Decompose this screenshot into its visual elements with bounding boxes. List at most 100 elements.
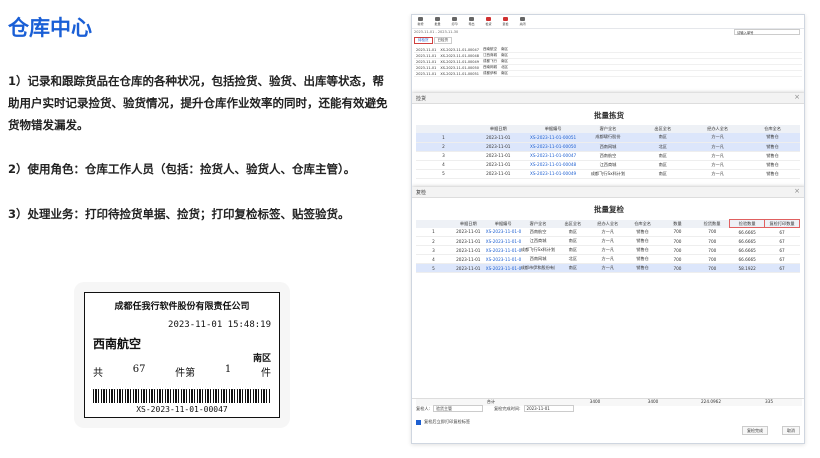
table-cell: 2023-11-01 [416, 71, 437, 76]
label-total-prefix: 共 [93, 368, 103, 379]
table-row[interactable]: 1 2023-11-01 XS-2023-11-01-00051 成都啸行股份 南区 方一… [416, 133, 800, 143]
confirm-button[interactable]: 复检完成 [742, 426, 768, 435]
column-header: 数量 [660, 219, 695, 228]
table-cell: 2023-11-01 [450, 245, 486, 255]
total-cell: 3400 [589, 399, 601, 404]
label-time: 2023-11-01 15:48:19 [168, 320, 271, 330]
table-cell: 2 [416, 142, 471, 152]
date-range[interactable]: 2023-11-01 - 2023-11-30 [414, 30, 458, 34]
toolbar-export[interactable]: 导出 [467, 17, 476, 26]
table-row[interactable]: 22023-11-01XS-2023-11-01-00048江西商城南区方一凡销… [416, 236, 800, 246]
pick-dialog-title: 批量拣货 [594, 111, 624, 120]
toolbar: 新增 批量 打印 导出 检货 复检 关闭 [412, 15, 804, 29]
close-icon[interactable]: × [794, 93, 800, 101]
table-cell: XS-2023-11-01-00051 [525, 133, 581, 143]
table-cell: 700 [660, 245, 695, 255]
app-window: 新增 批量 打印 导出 检货 复检 关闭 2023-11-01 - 2023-1… [411, 14, 805, 444]
table-cell: XS-2023-11-01-00048 [525, 160, 581, 170]
table-cell: 南区 [635, 133, 691, 143]
table-cell: 南区 [555, 263, 591, 273]
toolbar-print[interactable]: 打印 [450, 17, 459, 26]
description-1: 1）记录和跟踪货品在仓库的各种状况，包括捡货、验货、出库等状态，帮助用户实时记录… [8, 74, 388, 132]
table-cell: 4 [416, 160, 471, 170]
label-index: 1 [224, 364, 232, 375]
table-cell: XS-2023-11-01-00051 [440, 71, 479, 76]
column-header: 仓库全名 [745, 125, 800, 133]
table-cell: XS-2023-11-01-00050 [525, 142, 581, 152]
table-row[interactable]: 32023-11-01XS-2023-11-01-00049成都飞行Sx科计划南… [416, 245, 800, 255]
table-cell: 销售仓 [625, 254, 661, 264]
table-row[interactable]: 52023-11-01XS-2023-11-01-00051成都市伊和股份有限公… [416, 263, 800, 273]
label-count-row: 共 67 件第 1 件 [93, 364, 271, 379]
cancel-button[interactable]: 取消 [782, 426, 800, 435]
table-cell: 南区 [555, 245, 591, 255]
toolbar-close[interactable]: 关闭 [518, 17, 527, 26]
barcode-icon [93, 389, 271, 403]
table-cell: 66.6665 [729, 245, 765, 255]
table-cell: 南区 [635, 160, 691, 170]
checkbox-icon[interactable] [416, 419, 421, 425]
tab-pending[interactable]: 待检货 [414, 37, 433, 44]
table-cell: 方一凡 [690, 160, 746, 170]
tab-done[interactable]: 已检货 [433, 37, 452, 44]
label-piece-unit: 件 [260, 368, 271, 379]
check-date-field[interactable]: 2023-11-01 [523, 405, 574, 412]
table-cell: 700 [660, 254, 695, 264]
total-cell: 335 [765, 399, 773, 404]
table-cell: 67 [764, 236, 800, 246]
table-cell: 方一凡 [590, 254, 626, 264]
table-cell: 销售仓 [745, 133, 800, 143]
table-row[interactable]: 2023-11-01 XS-2023-11-01-00051 成都伊和 南区 [414, 71, 802, 77]
table-cell: 南区 [500, 47, 508, 51]
table-row[interactable]: 12023-11-01XS-2023-11-01-00047西南航空南区方一凡销… [416, 227, 800, 237]
pick-table: 单据日期 单据编号 客户全名 出区全名 经办人全名 仓库全名 1 2023-11-01 XS-2… [416, 125, 800, 179]
column-header: 复检打印数量 [764, 219, 800, 228]
column-header: 捡验数量 [729, 219, 766, 228]
table-cell: 1 [416, 133, 471, 143]
table-cell: 销售仓 [625, 227, 661, 237]
table-row[interactable]: 2 2023-11-01 XS-2023-11-01-00050 西南网城 北区 方一凡销… [416, 142, 800, 152]
toolbar-pick[interactable]: 检货 [484, 17, 493, 26]
table-cell: 西南航空 [520, 227, 556, 237]
table-row[interactable]: 4 2023-11-01 XS-2023-11-01-00048 江西商城 南区 方一凡销… [416, 160, 800, 170]
label-area: 南区 [252, 354, 271, 364]
table-cell: 66.6665 [729, 236, 765, 246]
table-row[interactable]: 3 2023-11-01 XS-2023-11-01-00047 西南航空 南区 方一凡销… [416, 151, 800, 161]
table-cell: 方一凡 [590, 236, 626, 246]
table-cell: 700 [694, 245, 730, 255]
checker-field[interactable]: 验货主管 [432, 405, 483, 412]
label-total: 67 [132, 364, 146, 375]
print-option[interactable]: 复检后立即打印复检标签 [416, 419, 470, 425]
table-cell: 2023-11-01 [470, 151, 526, 161]
toolbar-new[interactable]: 新增 [416, 17, 425, 26]
label-preview: 成都任我行软件股份有限责任公司 2023-11-01 15:48:19 西南航空… [74, 282, 290, 428]
check-date-label: 复检完成时间: [493, 405, 521, 411]
total-cell: 224.0962 [701, 399, 721, 404]
search-input[interactable]: 请输入单号 [734, 29, 800, 35]
table-cell: 销售仓 [625, 263, 661, 273]
table-cell: 北区 [555, 254, 591, 264]
table-cell: 67 [764, 245, 800, 255]
table-cell: 西南网城 [580, 142, 636, 152]
table-cell: 南区 [555, 236, 591, 246]
column-header [416, 125, 471, 133]
toolbar-batch[interactable]: 批量 [433, 17, 442, 26]
close-icon[interactable]: × [794, 187, 800, 195]
table-cell: 南区 [500, 53, 508, 57]
table-cell: 成都市伊和股份有限公司 [520, 263, 556, 273]
table-row[interactable]: 42023-11-01XS-2023-11-01-00050西南网城北区方一凡销… [416, 254, 800, 264]
toolbar-check[interactable]: 复检 [501, 17, 510, 26]
table-cell: 2023-11-01 [450, 263, 486, 273]
column-header: 出区全名 [555, 219, 591, 228]
column-header: 经办人全名 [590, 219, 626, 228]
table-cell: 江西商城 [482, 53, 497, 57]
table-row[interactable]: 5 2023-11-01 XS-2023-11-01-00049 成都飞行Sx科计划南… [416, 169, 800, 179]
table-cell: 销售仓 [745, 142, 800, 152]
checker-label: 复检人: [416, 405, 430, 411]
table-cell: 1 [416, 227, 451, 237]
page-title: 仓库中心 [8, 16, 92, 40]
check-dialog-title: 批量复检 [594, 205, 624, 214]
column-header: 出区全名 [635, 125, 691, 133]
column-header: 经办人全名 [690, 125, 746, 133]
pick-dialog: 捡货 × 批量拣货 单据日期 单据编号 客户全名 出区全名 经办人全名 仓库全名 1 2023-… [412, 93, 804, 193]
